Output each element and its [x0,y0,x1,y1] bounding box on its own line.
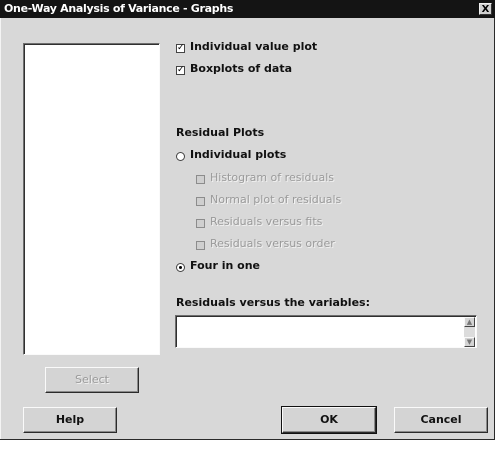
individual-value-plot-checkbox[interactable]: ✓ [176,44,185,53]
residuals-vs-fits-label[interactable]: Residuals versus fits [210,215,322,228]
individual-plots-radio[interactable] [176,152,185,161]
residual-plots-heading: Residual Plots [176,126,265,139]
variables-listbox[interactable] [23,43,160,355]
individual-value-plot-label[interactable]: Individual value plot [190,40,317,53]
histogram-checkbox[interactable] [196,175,205,184]
ok-button[interactable]: OK [281,406,377,434]
normal-plot-label[interactable]: Normal plot of residuals [210,193,341,206]
select-button[interactable]: Select [45,367,139,393]
residuals-vs-order-checkbox[interactable] [196,241,205,250]
residuals-vs-variables-input[interactable]: ▲ ▼ [175,315,477,348]
title-bar[interactable]: One-Way Analysis of Variance - Graphs X [0,0,495,18]
close-icon[interactable]: X [479,3,492,15]
normal-plot-checkbox[interactable] [196,197,205,206]
graphs-dialog: One-Way Analysis of Variance - Graphs X … [0,0,495,440]
page-margin [0,440,496,451]
scroll-up-icon[interactable]: ▲ [464,317,475,327]
histogram-label[interactable]: Histogram of residuals [210,171,334,184]
residuals-vs-fits-checkbox[interactable] [196,219,205,228]
scroll-down-icon[interactable]: ▼ [464,337,475,347]
individual-plots-label[interactable]: Individual plots [190,148,286,161]
four-in-one-label[interactable]: Four in one [190,259,260,272]
four-in-one-radio[interactable] [176,263,185,272]
boxplots-label[interactable]: Boxplots of data [190,62,292,75]
residuals-vs-order-label[interactable]: Residuals versus order [210,237,335,250]
vertical-scrollbar[interactable]: ▲ ▼ [464,317,475,347]
help-button[interactable]: Help [23,407,117,433]
boxplots-checkbox[interactable]: ✓ [176,66,185,75]
cancel-button[interactable]: Cancel [394,407,488,433]
window-title: One-Way Analysis of Variance - Graphs [4,2,234,15]
residuals-vs-variables-label: Residuals versus the variables: [176,296,370,309]
